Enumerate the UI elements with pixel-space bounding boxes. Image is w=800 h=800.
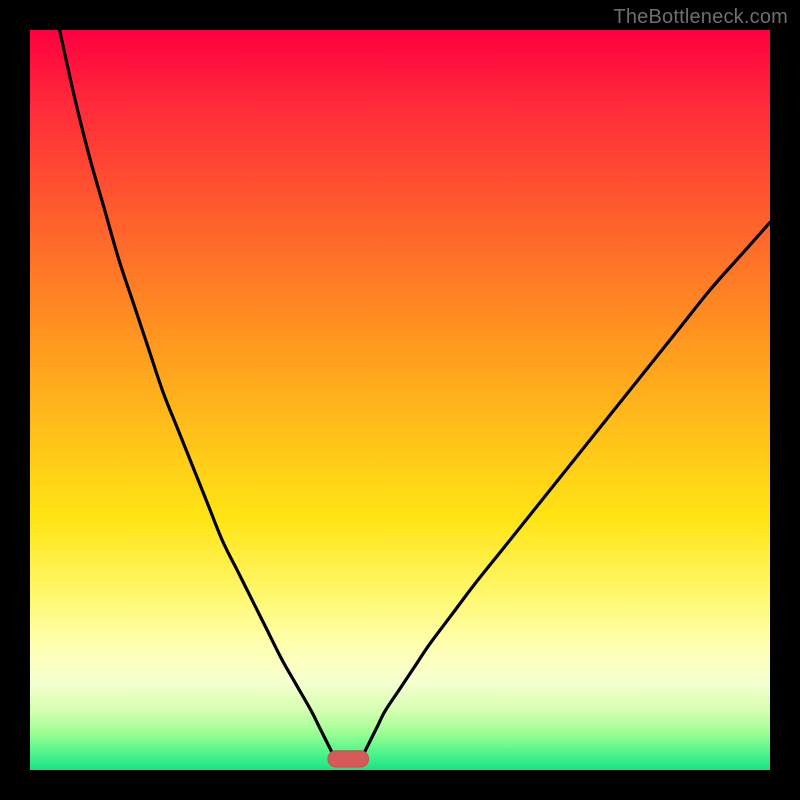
- outer-frame: TheBottleneck.com: [0, 0, 800, 800]
- optimal-marker: [328, 751, 369, 767]
- plot-area: [30, 30, 770, 770]
- chart-svg: [30, 30, 770, 770]
- gradient-background: [30, 30, 770, 770]
- watermark-text: TheBottleneck.com: [613, 6, 788, 29]
